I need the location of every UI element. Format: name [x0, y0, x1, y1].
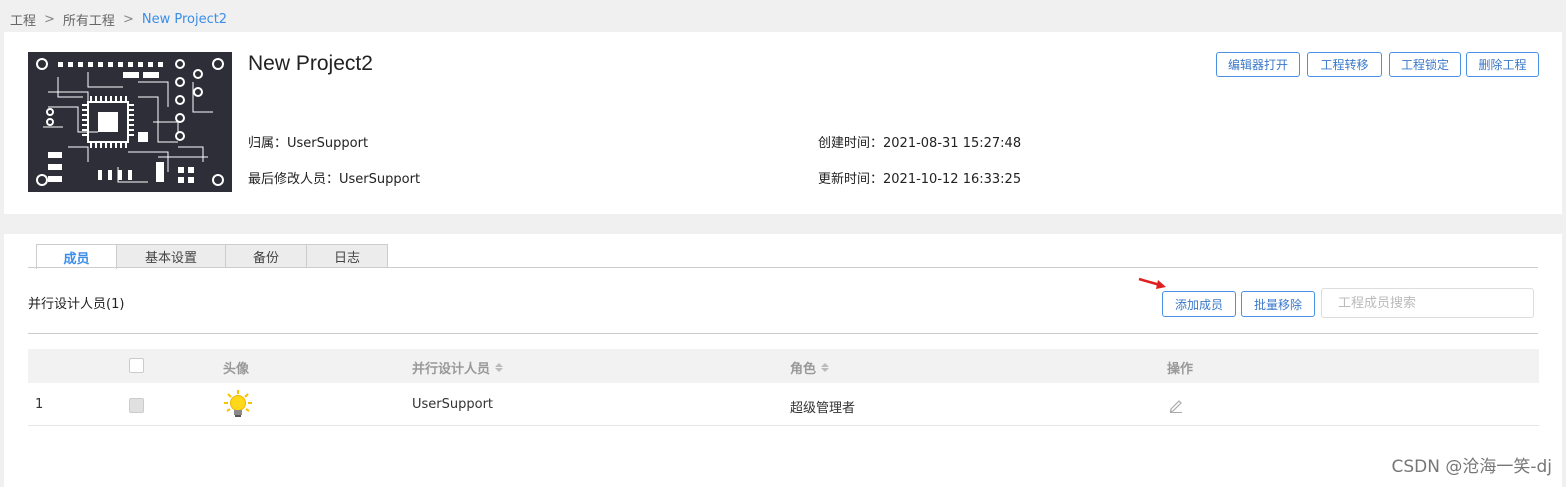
column-action-label: 操作	[1167, 362, 1194, 377]
open-in-editor-button[interactable]: 编辑器打开	[1216, 52, 1300, 77]
watermark-text: CSDN @沧海一笑-dj	[1391, 457, 1552, 477]
owner-field: 归属：UserSupport	[248, 132, 368, 151]
updated-time-value: 2021-10-12 16:33:25	[883, 172, 1022, 187]
last-modifier-field: 最后修改人员：UserSupport	[248, 168, 420, 187]
lightbulb-icon	[224, 390, 252, 417]
updated-time-label: 更新时间：	[818, 172, 884, 187]
breadcrumb-item-all-projects[interactable]: 所有工程	[63, 10, 115, 29]
section-divider	[28, 333, 1538, 334]
owner-value: UserSupport	[287, 136, 369, 151]
row-index: 1	[35, 397, 44, 412]
sort-icon[interactable]	[495, 363, 504, 372]
tab-backup[interactable]: 备份	[225, 244, 307, 268]
breadcrumb-separator: >	[122, 11, 134, 27]
sort-icon[interactable]	[821, 363, 830, 372]
column-action: 操作	[1167, 358, 1193, 377]
tab-log[interactable]: 日志	[306, 244, 388, 268]
created-time-value: 2021-08-31 15:27:48	[883, 136, 1022, 151]
batch-remove-button[interactable]: 批量移除	[1241, 291, 1315, 317]
member-search-input[interactable]	[1321, 288, 1534, 318]
lock-project-button[interactable]: 工程锁定	[1389, 52, 1461, 77]
tab-basic-settings[interactable]: 基本设置	[116, 244, 226, 268]
project-title: New Project2	[248, 52, 373, 75]
breadcrumb: 工程 > 所有工程 > New Project2	[10, 10, 228, 29]
row-checkbox[interactable]	[129, 398, 144, 413]
table-row: 1 UserSupport 超级管理者	[28, 384, 1539, 426]
section-title: 并行设计人员(1)	[28, 297, 125, 312]
breadcrumb-separator: >	[44, 11, 55, 27]
column-role[interactable]: 角色	[790, 358, 830, 377]
add-member-button[interactable]: 添加成员	[1162, 291, 1236, 317]
column-avatar-label: 头像	[223, 362, 250, 377]
pcb-thumbnail	[28, 52, 232, 192]
column-role-label: 角色	[790, 362, 817, 377]
column-designer[interactable]: 并行设计人员	[412, 358, 504, 377]
select-all-checkbox[interactable]	[129, 358, 144, 373]
last-modifier-value: UserSupport	[339, 172, 421, 187]
pcb-board-thumbnail-icon	[28, 52, 232, 192]
row-designer-name: UserSupport	[412, 397, 494, 412]
column-avatar: 头像	[223, 358, 249, 377]
annotation-arrow-icon	[1138, 277, 1166, 289]
breadcrumb-item-current: New Project2	[141, 11, 228, 27]
members-card: 成员 基本设置 备份 日志 并行设计人员(1) 添加成员 批量移除 头像 并行设…	[4, 234, 1562, 487]
project-info-card: New Project2 归属：UserSupport 最后修改人员：UserS…	[4, 32, 1562, 214]
breadcrumb-item-projects[interactable]: 工程	[10, 10, 36, 29]
last-modifier-label: 最后修改人员：	[248, 172, 340, 187]
created-time-field: 创建时间：2021-08-31 15:27:48	[818, 132, 1021, 151]
tab-members[interactable]: 成员	[36, 244, 117, 269]
table-header: 头像 并行设计人员 角色 操作	[28, 349, 1539, 383]
updated-time-field: 更新时间：2021-10-12 16:33:25	[818, 168, 1021, 187]
owner-label: 归属：	[248, 136, 288, 151]
row-role: 超级管理者	[790, 401, 856, 416]
transfer-project-button[interactable]: 工程转移	[1307, 52, 1382, 77]
column-designer-label: 并行设计人员	[412, 362, 491, 377]
tab-divider	[28, 267, 1538, 268]
delete-project-button[interactable]: 删除工程	[1466, 52, 1539, 77]
edit-pencil-icon[interactable]	[1168, 397, 1184, 413]
tab-bar: 成员 基本设置 备份 日志	[36, 244, 388, 269]
created-time-label: 创建时间：	[818, 136, 884, 151]
